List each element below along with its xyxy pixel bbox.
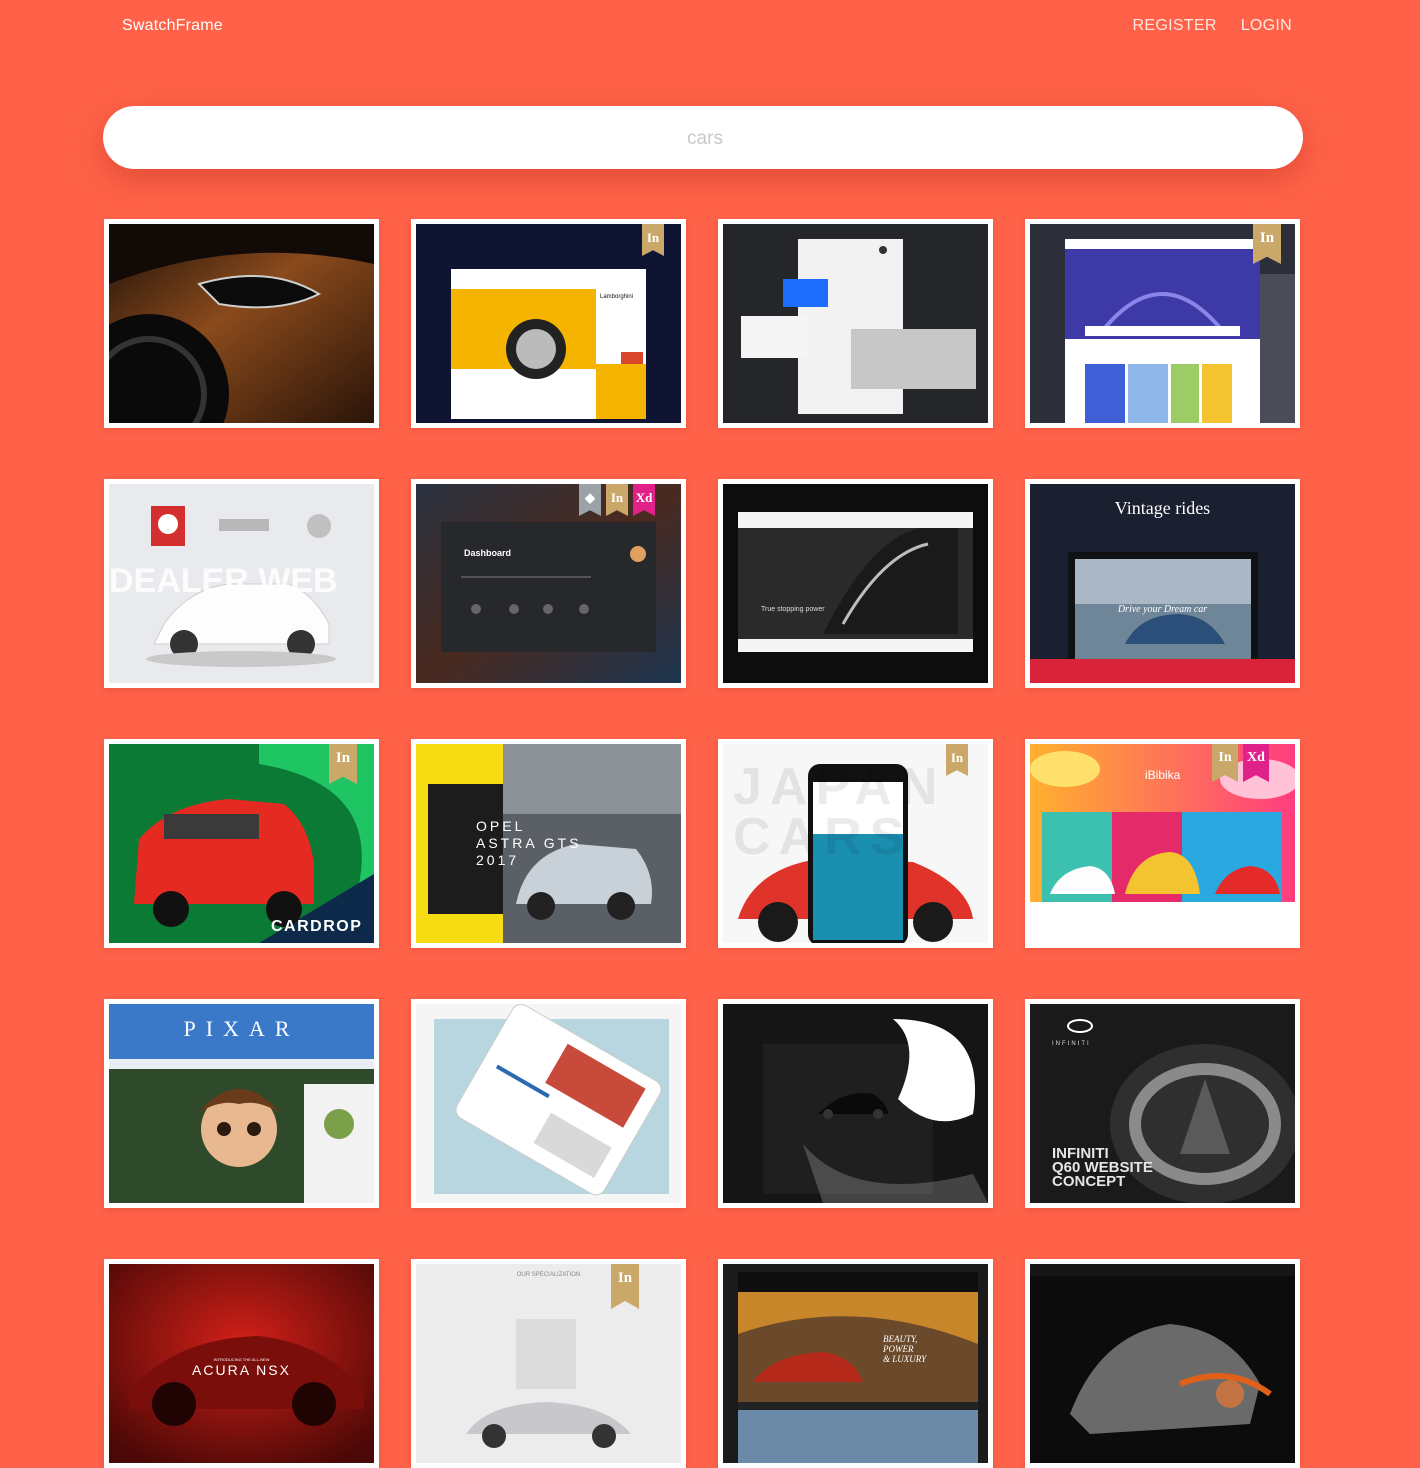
card-text-line: JAPAN bbox=[733, 758, 946, 816]
card-text: CARDROP bbox=[271, 918, 363, 935]
card-text: OUR SPECIALIZATION bbox=[516, 1272, 581, 1278]
result-card[interactable]: Lamborghini In bbox=[411, 219, 686, 428]
card-text: Lamborghini bbox=[600, 294, 634, 300]
result-thumbnail: INTRODUCING THE ALL-NEW ACURA NSX bbox=[109, 1264, 374, 1463]
card-text-line: BEAUTY, bbox=[883, 1334, 918, 1344]
result-thumbnail: DEALER WEB bbox=[109, 484, 374, 683]
result-card[interactable]: In bbox=[1025, 219, 1300, 428]
card-text-line: CONCEPT bbox=[1052, 1173, 1126, 1190]
result-thumbnail: OUR SPECIALIZATION In bbox=[416, 1264, 681, 1463]
brand-logo[interactable]: SwatchFrame bbox=[122, 17, 223, 35]
result-card[interactable]: True stopping power bbox=[718, 479, 993, 688]
result-thumbnail bbox=[109, 224, 374, 423]
result-card[interactable]: iBibika In Xd bbox=[1025, 739, 1300, 948]
result-thumbnail: True stopping power bbox=[723, 484, 988, 683]
result-card[interactable]: INFINITI INFINITI Q60 WEBSITE CONCEPT bbox=[1025, 999, 1300, 1208]
login-link[interactable]: LOGIN bbox=[1241, 17, 1292, 35]
card-text: OPEL ASTRA GTS 2017 bbox=[476, 818, 582, 869]
result-thumbnail: JAPAN CARS In bbox=[723, 744, 988, 943]
result-card[interactable] bbox=[411, 999, 686, 1208]
card-text: ACURA NSX bbox=[192, 1362, 291, 1378]
result-thumbnail: iBibika In Xd bbox=[1030, 744, 1295, 943]
card-text-line: & LUXURY bbox=[883, 1354, 927, 1364]
result-card[interactable]: CARDROP In bbox=[104, 739, 379, 948]
card-text-line: ASTRA GTS bbox=[476, 835, 582, 851]
card-text: DEALER WEB bbox=[109, 562, 338, 600]
card-text-line: OPEL bbox=[476, 818, 526, 834]
result-thumbnail: Vintage rides Drive your Dream car bbox=[1030, 484, 1295, 683]
search-bar bbox=[103, 106, 1307, 171]
result-thumbnail bbox=[723, 1004, 988, 1203]
result-card[interactable]: INTRODUCING THE ALL-NEW ACURA NSX bbox=[104, 1259, 379, 1468]
card-text: iBibika bbox=[1145, 768, 1181, 782]
card-text: JAPAN CARS bbox=[733, 758, 946, 866]
result-card[interactable] bbox=[104, 219, 379, 428]
result-thumbnail: Dashboard ◆ In Xd bbox=[416, 484, 681, 683]
card-text-line: 2017 bbox=[476, 852, 520, 868]
result-card[interactable] bbox=[1025, 1259, 1300, 1468]
search-input[interactable] bbox=[103, 106, 1307, 171]
register-link[interactable]: REGISTER bbox=[1133, 17, 1217, 35]
card-text: BEAUTY, POWER & LUXURY bbox=[883, 1334, 926, 1364]
result-thumbnail: INFINITI INFINITI Q60 WEBSITE CONCEPT bbox=[1030, 1004, 1295, 1203]
card-text: Drive your Dream car bbox=[1117, 604, 1208, 615]
result-card[interactable]: DEALER WEB bbox=[104, 479, 379, 688]
results-grid: Lamborghini In In DEALER WEB Dashboard ◆… bbox=[104, 219, 1300, 1468]
result-thumbnail: OPEL ASTRA GTS 2017 bbox=[416, 744, 681, 943]
card-text-line: POWER bbox=[883, 1344, 914, 1354]
result-thumbnail: In bbox=[1030, 224, 1295, 423]
result-card[interactable]: PIXAR bbox=[104, 999, 379, 1208]
result-thumbnail: CARDROP In bbox=[109, 744, 374, 943]
result-thumbnail: BEAUTY, POWER & LUXURY bbox=[723, 1264, 988, 1463]
result-card[interactable] bbox=[718, 999, 993, 1208]
card-text: INFINITI Q60 WEBSITE CONCEPT bbox=[1052, 1146, 1153, 1190]
result-thumbnail bbox=[723, 224, 988, 423]
result-card[interactable]: BEAUTY, POWER & LUXURY bbox=[718, 1259, 993, 1468]
card-text-line: CARS bbox=[733, 808, 913, 866]
result-card[interactable]: OUR SPECIALIZATION In bbox=[411, 1259, 686, 1468]
card-text: PIXAR bbox=[183, 1016, 300, 1041]
result-card[interactable] bbox=[718, 219, 993, 428]
result-card[interactable]: OPEL ASTRA GTS 2017 bbox=[411, 739, 686, 948]
top-nav: REGISTER LOGIN bbox=[1133, 17, 1293, 35]
result-card[interactable]: JAPAN CARS In bbox=[718, 739, 993, 948]
card-text: True stopping power bbox=[761, 606, 825, 613]
result-thumbnail bbox=[1030, 1264, 1295, 1463]
card-text: Dashboard bbox=[464, 548, 512, 558]
result-card[interactable]: Dashboard ◆ In Xd bbox=[411, 479, 686, 688]
card-text: INFINITI bbox=[1052, 1041, 1091, 1047]
result-card[interactable]: Vintage rides Drive your Dream car bbox=[1025, 479, 1300, 688]
result-thumbnail: Lamborghini In bbox=[416, 224, 681, 423]
card-text: Vintage rides bbox=[1114, 498, 1211, 518]
result-thumbnail bbox=[416, 1004, 681, 1203]
result-thumbnail: PIXAR bbox=[109, 1004, 374, 1203]
